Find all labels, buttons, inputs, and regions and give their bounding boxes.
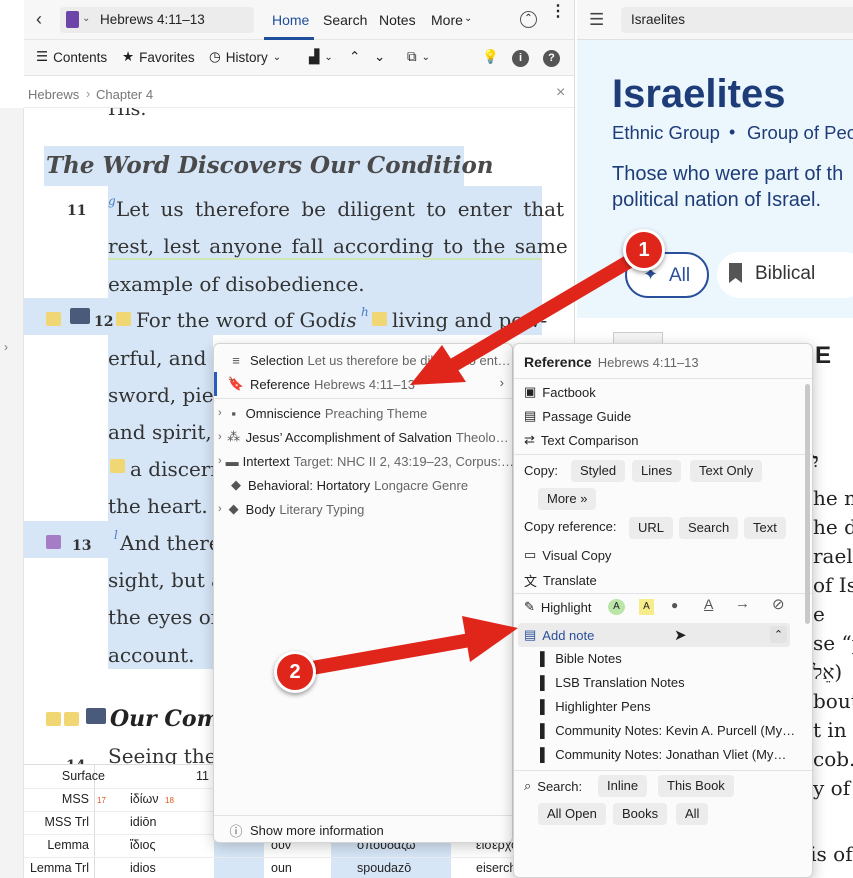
- annotation-arrows: [305, 255, 635, 675]
- arrow-2: [305, 616, 518, 675]
- arrow-1: [410, 255, 635, 385]
- annotation-marker-2: 2: [274, 651, 316, 693]
- annotation-marker-1: 1: [623, 229, 665, 271]
